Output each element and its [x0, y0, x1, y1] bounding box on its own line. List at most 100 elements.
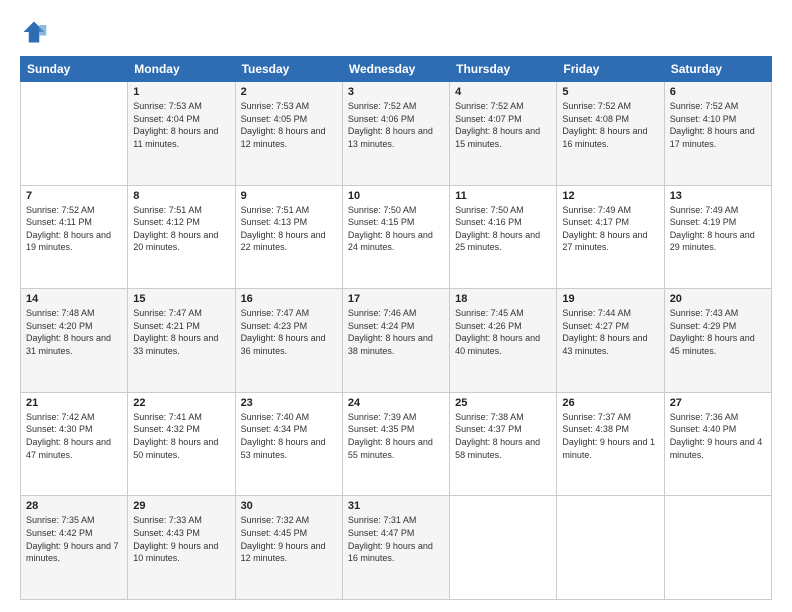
day-number: 16	[241, 293, 337, 305]
calendar-cell: 28 Sunrise: 7:35 AMSunset: 4:42 PMDayligh…	[21, 496, 128, 600]
logo	[20, 18, 52, 46]
day-number: 24	[348, 397, 444, 409]
day-number: 12	[562, 190, 658, 202]
day-info: Sunrise: 7:52 AMSunset: 4:07 PMDaylight:…	[455, 100, 551, 150]
weekday-header-friday: Friday	[557, 57, 664, 82]
calendar-cell	[557, 496, 664, 600]
day-info: Sunrise: 7:44 AMSunset: 4:27 PMDaylight:…	[562, 307, 658, 357]
day-info: Sunrise: 7:47 AMSunset: 4:21 PMDaylight:…	[133, 307, 229, 357]
weekday-header-row: SundayMondayTuesdayWednesdayThursdayFrid…	[21, 57, 772, 82]
day-number: 11	[455, 190, 551, 202]
day-info: Sunrise: 7:35 AMSunset: 4:42 PMDaylight:…	[26, 514, 122, 564]
day-number: 7	[26, 190, 122, 202]
day-number: 14	[26, 293, 122, 305]
calendar-cell	[664, 496, 771, 600]
day-info: Sunrise: 7:48 AMSunset: 4:20 PMDaylight:…	[26, 307, 122, 357]
page: SundayMondayTuesdayWednesdayThursdayFrid…	[0, 0, 792, 612]
day-number: 19	[562, 293, 658, 305]
day-info: Sunrise: 7:32 AMSunset: 4:45 PMDaylight:…	[241, 514, 337, 564]
day-info: Sunrise: 7:53 AMSunset: 4:04 PMDaylight:…	[133, 100, 229, 150]
day-info: Sunrise: 7:51 AMSunset: 4:12 PMDaylight:…	[133, 204, 229, 254]
calendar-cell: 9 Sunrise: 7:51 AMSunset: 4:13 PMDaylight…	[235, 185, 342, 289]
day-number: 30	[241, 500, 337, 512]
day-number: 18	[455, 293, 551, 305]
calendar-cell: 26Sunrise: 7:37 AMSunset: 4:38 PMDayligh…	[557, 392, 664, 496]
calendar-cell: 7Sunrise: 7:52 AMSunset: 4:11 PMDaylight…	[21, 185, 128, 289]
day-info: Sunrise: 7:46 AMSunset: 4:24 PMDaylight:…	[348, 307, 444, 357]
day-info: Sunrise: 7:50 AMSunset: 4:16 PMDaylight:…	[455, 204, 551, 254]
day-number: 1	[133, 86, 229, 98]
day-number: 5	[562, 86, 658, 98]
day-number: 20	[670, 293, 766, 305]
header	[20, 18, 772, 46]
day-number: 15	[133, 293, 229, 305]
calendar-week-row: 7Sunrise: 7:52 AMSunset: 4:11 PMDaylight…	[21, 185, 772, 289]
calendar-cell: 6Sunrise: 7:52 AMSunset: 4:10 PMDaylight…	[664, 82, 771, 186]
day-number: 29	[133, 500, 229, 512]
day-info: Sunrise: 7:38 AMSunset: 4:37 PMDaylight:…	[455, 411, 551, 461]
calendar-cell: 4 Sunrise: 7:52 AMSunset: 4:07 PMDaylight…	[450, 82, 557, 186]
calendar-cell: 15 Sunrise: 7:47 AMSunset: 4:21 PMDayligh…	[128, 289, 235, 393]
day-number: 2	[241, 86, 337, 98]
calendar-cell	[450, 496, 557, 600]
calendar-cell: 5 Sunrise: 7:52 AMSunset: 4:08 PMDaylight…	[557, 82, 664, 186]
calendar-cell: 2 Sunrise: 7:53 AMSunset: 4:05 PMDaylight…	[235, 82, 342, 186]
day-info: Sunrise: 7:40 AMSunset: 4:34 PMDaylight:…	[241, 411, 337, 461]
day-info: Sunrise: 7:53 AMSunset: 4:05 PMDaylight:…	[241, 100, 337, 150]
calendar-week-row: 28 Sunrise: 7:35 AMSunset: 4:42 PMDayligh…	[21, 496, 772, 600]
weekday-header-sunday: Sunday	[21, 57, 128, 82]
calendar-cell: 27Sunrise: 7:36 AMSunset: 4:40 PMDayligh…	[664, 392, 771, 496]
weekday-header-saturday: Saturday	[664, 57, 771, 82]
calendar-week-row: 1 Sunrise: 7:53 AMSunset: 4:04 PMDaylight…	[21, 82, 772, 186]
calendar-cell: 25 Sunrise: 7:38 AMSunset: 4:37 PMDayligh…	[450, 392, 557, 496]
day-info: Sunrise: 7:45 AMSunset: 4:26 PMDaylight:…	[455, 307, 551, 357]
day-info: Sunrise: 7:43 AMSunset: 4:29 PMDaylight:…	[670, 307, 766, 357]
calendar-cell: 30 Sunrise: 7:32 AMSunset: 4:45 PMDayligh…	[235, 496, 342, 600]
calendar-cell: 3Sunrise: 7:52 AMSunset: 4:06 PMDaylight…	[342, 82, 449, 186]
day-number: 25	[455, 397, 551, 409]
day-number: 21	[26, 397, 122, 409]
calendar-cell: 18 Sunrise: 7:45 AMSunset: 4:26 PMDayligh…	[450, 289, 557, 393]
calendar-cell: 29Sunrise: 7:33 AMSunset: 4:43 PMDayligh…	[128, 496, 235, 600]
weekday-header-wednesday: Wednesday	[342, 57, 449, 82]
calendar-cell: 12Sunrise: 7:49 AMSunset: 4:17 PMDayligh…	[557, 185, 664, 289]
calendar-cell: 24 Sunrise: 7:39 AMSunset: 4:35 PMDayligh…	[342, 392, 449, 496]
day-info: Sunrise: 7:51 AMSunset: 4:13 PMDaylight:…	[241, 204, 337, 254]
day-number: 28	[26, 500, 122, 512]
day-info: Sunrise: 7:42 AMSunset: 4:30 PMDaylight:…	[26, 411, 122, 461]
day-number: 26	[562, 397, 658, 409]
calendar-week-row: 21 Sunrise: 7:42 AMSunset: 4:30 PMDayligh…	[21, 392, 772, 496]
calendar-cell: 1 Sunrise: 7:53 AMSunset: 4:04 PMDaylight…	[128, 82, 235, 186]
calendar-cell: 8 Sunrise: 7:51 AMSunset: 4:12 PMDaylight…	[128, 185, 235, 289]
logo-icon	[20, 18, 48, 46]
day-number: 31	[348, 500, 444, 512]
day-number: 8	[133, 190, 229, 202]
weekday-header-monday: Monday	[128, 57, 235, 82]
calendar-cell: 10 Sunrise: 7:50 AMSunset: 4:15 PMDayligh…	[342, 185, 449, 289]
day-info: Sunrise: 7:41 AMSunset: 4:32 PMDaylight:…	[133, 411, 229, 461]
day-info: Sunrise: 7:36 AMSunset: 4:40 PMDaylight:…	[670, 411, 766, 461]
day-info: Sunrise: 7:52 AMSunset: 4:10 PMDaylight:…	[670, 100, 766, 150]
day-number: 17	[348, 293, 444, 305]
calendar-cell: 13 Sunrise: 7:49 AMSunset: 4:19 PMDayligh…	[664, 185, 771, 289]
day-info: Sunrise: 7:52 AMSunset: 4:06 PMDaylight:…	[348, 100, 444, 150]
day-info: Sunrise: 7:49 AMSunset: 4:19 PMDaylight:…	[670, 204, 766, 254]
day-info: Sunrise: 7:47 AMSunset: 4:23 PMDaylight:…	[241, 307, 337, 357]
weekday-header-tuesday: Tuesday	[235, 57, 342, 82]
calendar-cell: 16 Sunrise: 7:47 AMSunset: 4:23 PMDayligh…	[235, 289, 342, 393]
day-number: 22	[133, 397, 229, 409]
calendar-cell: 22 Sunrise: 7:41 AMSunset: 4:32 PMDayligh…	[128, 392, 235, 496]
day-number: 13	[670, 190, 766, 202]
calendar-cell: 11 Sunrise: 7:50 AMSunset: 4:16 PMDayligh…	[450, 185, 557, 289]
day-info: Sunrise: 7:50 AMSunset: 4:15 PMDaylight:…	[348, 204, 444, 254]
day-info: Sunrise: 7:39 AMSunset: 4:35 PMDaylight:…	[348, 411, 444, 461]
calendar-cell: 20 Sunrise: 7:43 AMSunset: 4:29 PMDayligh…	[664, 289, 771, 393]
calendar-cell: 23Sunrise: 7:40 AMSunset: 4:34 PMDayligh…	[235, 392, 342, 496]
day-info: Sunrise: 7:31 AMSunset: 4:47 PMDaylight:…	[348, 514, 444, 564]
day-info: Sunrise: 7:52 AMSunset: 4:08 PMDaylight:…	[562, 100, 658, 150]
day-number: 9	[241, 190, 337, 202]
calendar-week-row: 14 Sunrise: 7:48 AMSunset: 4:20 PMDayligh…	[21, 289, 772, 393]
day-number: 4	[455, 86, 551, 98]
day-number: 10	[348, 190, 444, 202]
calendar-cell: 21 Sunrise: 7:42 AMSunset: 4:30 PMDayligh…	[21, 392, 128, 496]
